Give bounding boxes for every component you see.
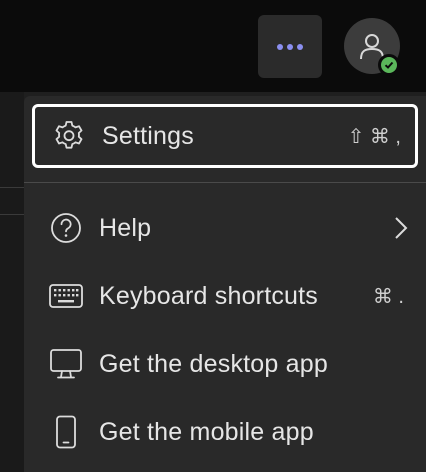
gear-icon	[51, 118, 87, 154]
menu-item-label: Keyboard shortcuts	[99, 281, 318, 310]
menu-item-label: Settings	[102, 121, 194, 150]
top-bar	[0, 0, 426, 92]
menu-item-desktop-app[interactable]: Get the desktop app	[32, 332, 418, 396]
keyboard-icon	[48, 278, 84, 314]
shortcut-hint: ⌘ .	[372, 285, 404, 308]
question-circle-icon	[48, 210, 84, 246]
phone-icon	[48, 414, 84, 450]
menu-item-label: Get the mobile app	[99, 417, 314, 446]
menu-item-help[interactable]: Help	[32, 196, 418, 260]
shortcut-hint: ⇧ ⌘ ,	[347, 125, 401, 148]
more-options-menu: Settings ⇧ ⌘ , Help Keyboard shortcuts ⌘…	[24, 96, 426, 472]
checkmark-icon	[383, 59, 395, 71]
menu-item-settings[interactable]: Settings ⇧ ⌘ ,	[32, 104, 418, 168]
more-horizontal-icon	[275, 43, 305, 50]
presence-badge	[378, 54, 400, 76]
chevron-right-icon	[394, 216, 408, 240]
background-panel	[0, 92, 24, 472]
menu-item-mobile-app[interactable]: Get the mobile app	[32, 400, 418, 464]
menu-item-label: Help	[99, 213, 152, 242]
menu-item-label: Get the desktop app	[99, 349, 328, 378]
desktop-icon	[48, 346, 84, 382]
menu-divider	[24, 182, 426, 183]
more-options-button[interactable]	[258, 15, 322, 78]
menu-item-keyboard-shortcuts[interactable]: Keyboard shortcuts ⌘ .	[32, 264, 418, 328]
